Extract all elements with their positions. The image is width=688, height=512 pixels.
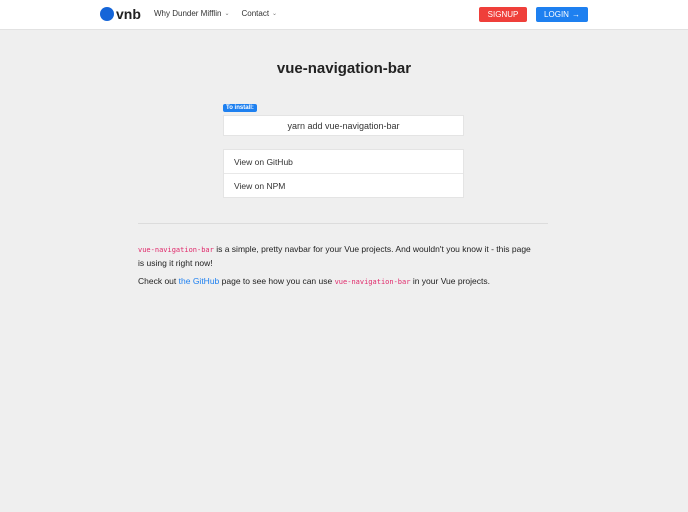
links-list: View on GitHub View on NPM bbox=[223, 149, 464, 198]
nav-item-contact[interactable]: Contact ⌄ bbox=[241, 9, 277, 18]
nav-item-why-dunder-mifflin[interactable]: Why Dunder Mifflin ⌄ bbox=[154, 9, 229, 18]
page-title: vue-navigation-bar bbox=[276, 60, 412, 77]
nav-item-label: Why Dunder Mifflin bbox=[154, 9, 222, 18]
install-command-box[interactable]: yarn add vue-navigation-bar bbox=[223, 115, 464, 136]
inline-code: vue-navigation-bar bbox=[138, 246, 214, 254]
npm-link-label: View on NPM bbox=[234, 181, 286, 191]
chevron-down-icon: ⌄ bbox=[224, 11, 230, 17]
signup-button[interactable]: SIGNUP bbox=[479, 7, 527, 22]
inline-code: vue-navigation-bar bbox=[334, 278, 411, 286]
brand-text: vnb bbox=[116, 6, 141, 22]
paragraph-prefix: Check out bbox=[138, 276, 179, 286]
github-link-label: View on GitHub bbox=[234, 156, 293, 167]
github-link[interactable]: View on GitHub bbox=[224, 150, 463, 174]
signup-label: SIGNUP bbox=[487, 10, 519, 19]
divider bbox=[138, 223, 548, 224]
nav-links: Why Dunder Mifflin ⌄ Contact ⌄ bbox=[154, 9, 289, 18]
login-label: LOGIN bbox=[544, 10, 569, 19]
github-paragraph: Check out the GitHub page to see how you… bbox=[138, 275, 538, 289]
install-tag: To install: bbox=[223, 104, 257, 112]
brand-logo[interactable]: vnb bbox=[100, 7, 141, 21]
brand-circle-icon bbox=[100, 7, 114, 21]
description-paragraph: vue-navigation-bar is a simple, pretty n… bbox=[138, 243, 538, 270]
the-github-link[interactable]: the GitHub bbox=[179, 276, 220, 286]
paragraph-middle: page to see how you can use bbox=[219, 276, 335, 286]
npm-link[interactable]: View on NPM bbox=[224, 174, 463, 198]
nav-item-label: Contact bbox=[241, 9, 270, 18]
arrow-right-icon: → bbox=[571, 10, 580, 19]
paragraph-suffix: in your Vue projects. bbox=[410, 276, 490, 286]
navbar: vnb Why Dunder Mifflin ⌄ Contact ⌄ SIGNU… bbox=[0, 0, 688, 30]
install-command: yarn add vue-navigation-bar bbox=[287, 120, 400, 131]
chevron-down-icon: ⌄ bbox=[272, 11, 278, 17]
login-button[interactable]: LOGIN → bbox=[536, 7, 588, 22]
